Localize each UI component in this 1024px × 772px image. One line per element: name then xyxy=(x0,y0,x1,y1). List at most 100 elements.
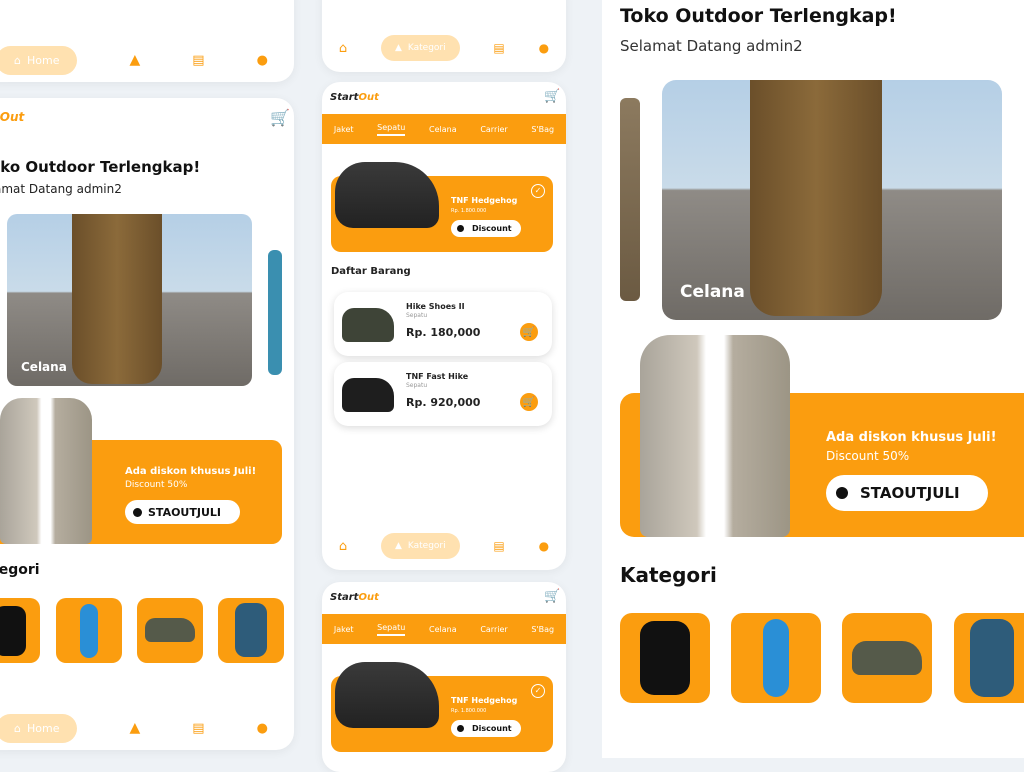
backpack-icon xyxy=(235,603,267,657)
category-carrier[interactable] xyxy=(218,598,284,663)
tab-jaket[interactable]: Jaket xyxy=(334,625,354,634)
user-icon[interactable]: ● xyxy=(257,53,268,68)
discount-button[interactable]: Discount xyxy=(451,220,521,237)
add-to-cart-icon[interactable]: 🛒 xyxy=(520,323,538,341)
product-category: Sepatu xyxy=(406,312,428,319)
list-icon[interactable]: ▤ xyxy=(493,539,504,553)
user-icon[interactable]: ● xyxy=(539,539,549,553)
list-icon[interactable]: ▤ xyxy=(192,53,204,68)
bottom-nav-left: ⌂ Home ▲ ▤ ● xyxy=(0,706,294,750)
nav-home-label: Home xyxy=(26,721,60,735)
featured-product-card[interactable]: TNF Hedgehog Rp. 1.800.000 Discount ✓ xyxy=(331,662,553,752)
banner-image-celana[interactable]: Celana xyxy=(662,80,1002,320)
bottom-nav-mid-top: ⌂ ▲ Kategori ▤ ● xyxy=(322,26,566,70)
home-icon: ⌂ xyxy=(14,721,21,735)
cart-icon[interactable]: 🛒 xyxy=(544,589,560,604)
category-jacket[interactable] xyxy=(0,598,40,663)
category-icon[interactable]: ▲ xyxy=(129,52,140,68)
promo-title: Ada diskon khusus Juli! xyxy=(826,430,997,445)
featured-name: TNF Hedgehog xyxy=(451,196,518,205)
product-card[interactable]: Hike Shoes II Sepatu Rp. 180,000 🛒 xyxy=(334,292,552,356)
bottom-nav: ⌂ Home ▲ ▤ ● xyxy=(0,38,294,82)
tab-carrier[interactable]: Carrier xyxy=(480,125,507,134)
tab-sbag[interactable]: S'Bag xyxy=(531,625,554,634)
tab-sbag[interactable]: S'Bag xyxy=(531,125,554,134)
app-logo: StartOut xyxy=(330,92,379,103)
backpack-icon xyxy=(970,619,1014,697)
home-icon: ⌂ xyxy=(14,53,21,67)
home-icon[interactable]: ⌂ xyxy=(339,41,347,56)
product-category: Sepatu xyxy=(406,382,428,389)
product-name: TNF Fast Hike xyxy=(406,372,469,381)
category-icon: ▲ xyxy=(394,43,402,53)
banner-image-celana[interactable]: Celana xyxy=(7,214,252,386)
featured-shoe-image xyxy=(335,662,439,728)
category-sleeping-bag[interactable] xyxy=(731,613,821,703)
daftar-barang-heading: Daftar Barang xyxy=(331,266,411,277)
percent-icon xyxy=(457,725,464,732)
category-jacket[interactable] xyxy=(620,613,710,703)
sleeping-bag-icon xyxy=(80,604,98,658)
check-icon: ✓ xyxy=(531,184,545,198)
product-thumb xyxy=(342,308,394,342)
list-icon[interactable]: ▤ xyxy=(493,41,504,55)
tab-celana[interactable]: Celana xyxy=(429,625,457,634)
page-title: Toko Outdoor Terlengkap! xyxy=(620,5,897,27)
promo-subtitle: Discount 50% xyxy=(826,449,910,463)
tab-celana[interactable]: Celana xyxy=(429,125,457,134)
user-icon[interactable]: ● xyxy=(539,41,549,55)
nav-kategori-button[interactable]: ▲ Kategori xyxy=(380,35,460,61)
jacket-model-figure xyxy=(0,398,92,544)
user-icon[interactable]: ● xyxy=(257,721,268,736)
category-shoes[interactable] xyxy=(137,598,203,663)
jacket-icon xyxy=(640,621,690,695)
middle-phone-top-remnant: ⌂ ▲ Kategori ▤ ● xyxy=(322,0,566,72)
nav-kategori-button[interactable]: ▲ Kategori xyxy=(380,533,460,559)
check-icon: ✓ xyxy=(531,684,545,698)
banner-label: Celana xyxy=(21,360,67,374)
pants-figure xyxy=(72,214,162,384)
add-to-cart-icon[interactable]: 🛒 xyxy=(520,393,538,411)
percent-icon xyxy=(133,507,142,517)
promo-banner[interactable]: Ada diskon khusus Juli! Discount 50% STA… xyxy=(620,335,1024,537)
kategori-heading: tegori xyxy=(0,562,40,578)
next-banner-peek[interactable] xyxy=(268,250,282,375)
product-name: Hike Shoes II xyxy=(406,302,465,311)
pants-figure xyxy=(750,80,882,316)
category-sleeping-bag[interactable] xyxy=(56,598,122,663)
featured-product-card[interactable]: TNF Hedgehog Rp. 1.800.000 Discount ✓ xyxy=(331,162,553,252)
category-icon[interactable]: ▲ xyxy=(129,720,140,736)
product-price: Rp. 180,000 xyxy=(406,326,481,339)
welcome-text: Selamat Datang admin2 xyxy=(620,37,803,55)
banner-label: Celana xyxy=(680,282,745,302)
prev-banner-peek[interactable] xyxy=(620,98,640,301)
featured-name: TNF Hedgehog xyxy=(451,696,518,705)
sleeping-bag-icon xyxy=(763,619,789,697)
shoe-icon xyxy=(145,618,195,642)
promo-code-button[interactable]: STAOUTJULI xyxy=(826,475,988,511)
nav-home-label: Home xyxy=(26,53,60,67)
promo-code-button[interactable]: STAOUTJULI xyxy=(125,500,240,524)
shoe-icon xyxy=(852,641,922,675)
tab-sepatu[interactable]: Sepatu xyxy=(377,623,406,636)
promo-subtitle: Discount 50% xyxy=(125,480,188,490)
tab-sepatu[interactable]: Sepatu xyxy=(377,123,406,136)
bottom-nav-mid: ⌂ ▲ Kategori ▤ ● xyxy=(322,524,566,568)
category-tabs: Jaket Sepatu Celana Carrier S'Bag xyxy=(322,114,566,144)
tab-jaket[interactable]: Jaket xyxy=(334,125,354,134)
featured-price: Rp. 1.800.000 xyxy=(451,708,487,714)
cart-icon[interactable]: 🛒 xyxy=(270,108,290,127)
cart-icon[interactable]: 🛒 xyxy=(544,89,560,104)
home-icon[interactable]: ⌂ xyxy=(339,539,347,554)
category-carrier[interactable] xyxy=(954,613,1024,703)
category-shoes[interactable] xyxy=(842,613,932,703)
discount-button[interactable]: Discount xyxy=(451,720,521,737)
product-card[interactable]: TNF Fast Hike Sepatu Rp. 920,000 🛒 xyxy=(334,362,552,426)
app-logo: tOut xyxy=(0,110,25,124)
tab-carrier[interactable]: Carrier xyxy=(480,625,507,634)
list-icon[interactable]: ▤ xyxy=(192,721,204,736)
nav-home-button-left[interactable]: ⌂ Home xyxy=(0,713,78,743)
promo-banner[interactable]: Ada diskon khusus Juli! Discount 50% STA… xyxy=(0,398,282,544)
category-icon: ▲ xyxy=(394,541,402,551)
nav-home-button[interactable]: ⌂ Home xyxy=(0,45,78,75)
